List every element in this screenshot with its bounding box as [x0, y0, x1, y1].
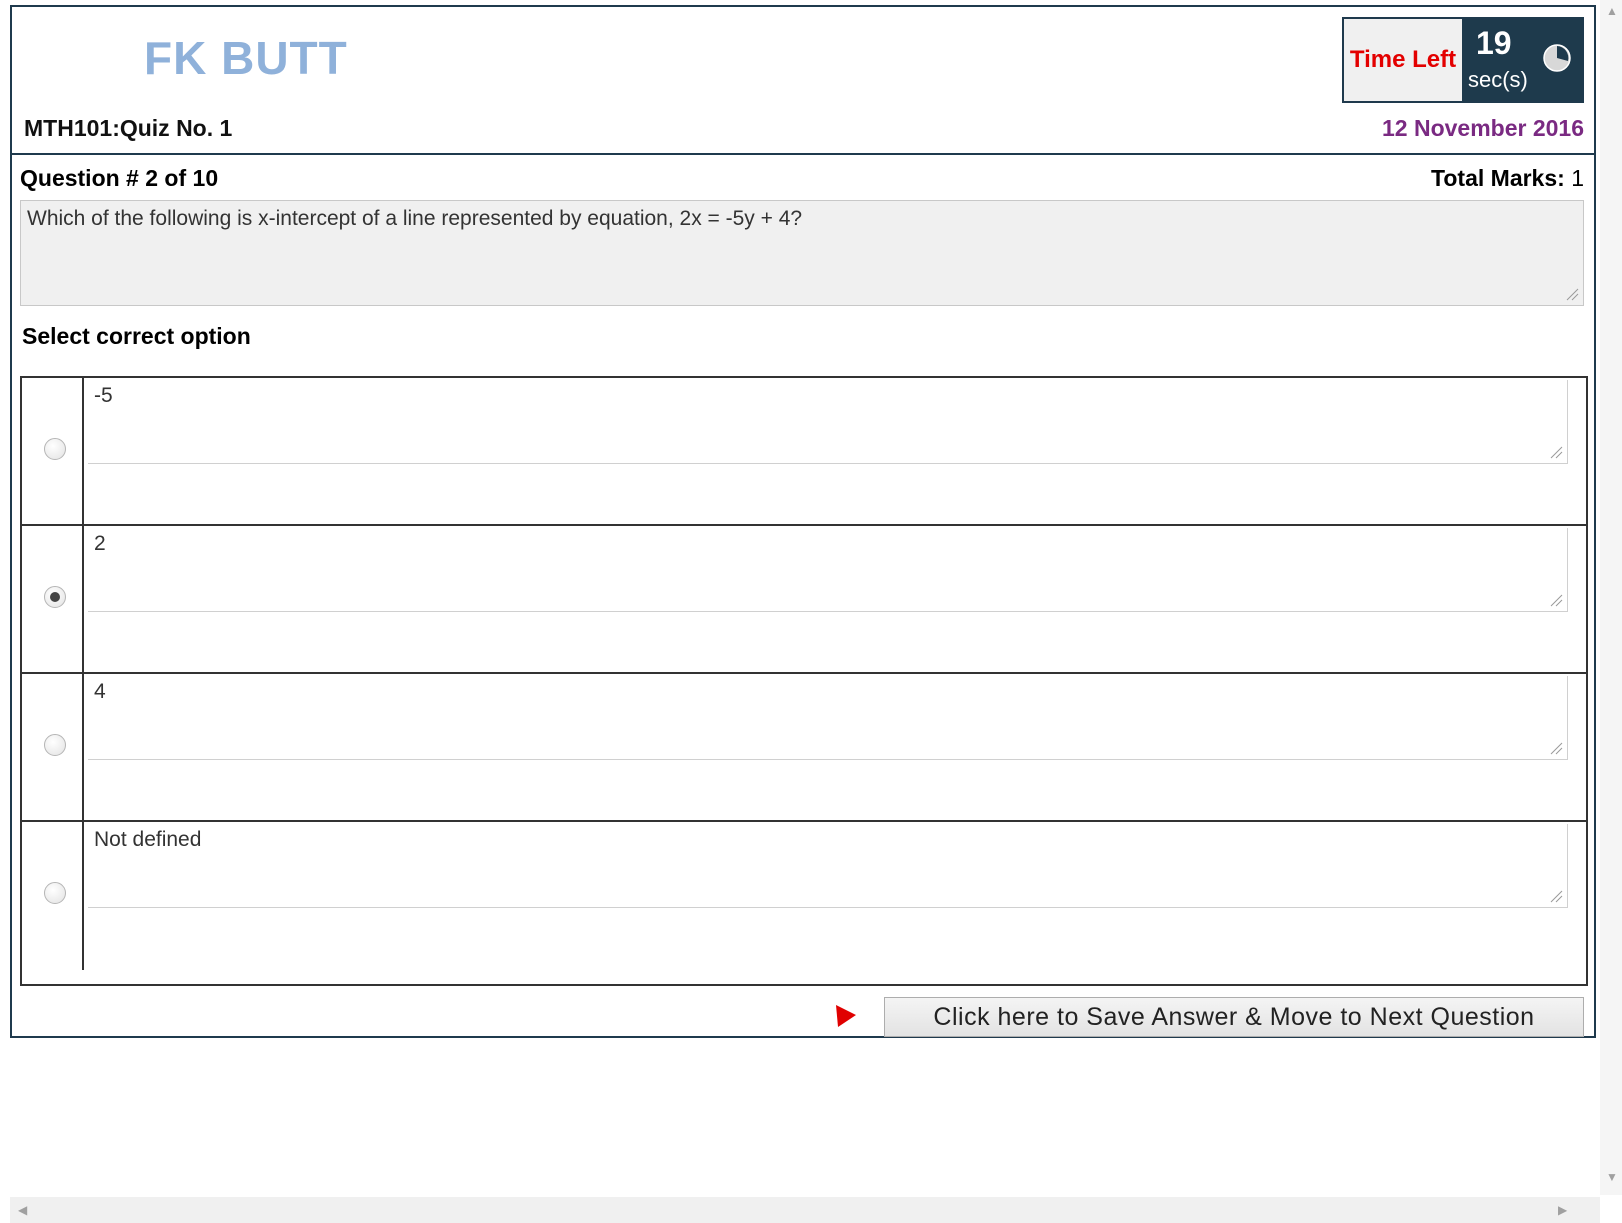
timer-unit: sec(s) [1468, 67, 1528, 92]
timer-seconds: 19 [1476, 25, 1512, 61]
total-marks-label: Total Marks: [1431, 165, 1565, 191]
option-text-area[interactable]: Not defined [88, 824, 1568, 908]
timer-label: Time Left [1344, 19, 1462, 101]
option-radio[interactable] [44, 734, 66, 756]
radio-cell [22, 674, 84, 820]
select-option-label: Select correct option [22, 323, 251, 349]
quiz-date: 12 November 2016 [1381, 115, 1584, 141]
resize-grip-icon[interactable] [1549, 889, 1563, 903]
option-radio[interactable] [44, 586, 66, 608]
scroll-up-icon[interactable]: ▲ [1606, 4, 1618, 18]
save-next-button[interactable]: Click here to Save Answer & Move to Next… [884, 997, 1584, 1037]
clock-icon [1543, 44, 1571, 72]
question-text-area[interactable]: Which of the following is x-intercept of… [20, 200, 1584, 306]
option-radio[interactable] [44, 438, 66, 460]
footer-row: Click here to Save Answer & Move to Next… [12, 991, 1594, 1037]
option-text: -5 [94, 384, 113, 407]
options-table: -5 2 4 Not defined [20, 376, 1588, 986]
option-text-area[interactable]: 4 [88, 676, 1568, 760]
resize-grip-icon[interactable] [1565, 287, 1579, 301]
option-row: 2 [22, 526, 1586, 674]
vertical-scrollbar[interactable]: ▲ ▼ [1600, 0, 1622, 1195]
radio-cell [22, 378, 84, 524]
option-text-area[interactable]: -5 [88, 380, 1568, 464]
radio-cell [22, 526, 84, 672]
resize-grip-icon[interactable] [1549, 593, 1563, 607]
option-text: Not defined [94, 828, 202, 851]
question-number: Question # 2 of 10 [20, 165, 219, 191]
horizontal-scrollbar[interactable]: ◀ ▶ [10, 1197, 1600, 1223]
quiz-header: FK BUTT MTH101:Quiz No. 1 12 November 20… [12, 7, 1594, 155]
resize-grip-icon[interactable] [1549, 445, 1563, 459]
radio-cell [22, 822, 84, 970]
student-name: FK BUTT [144, 32, 348, 84]
option-text: 2 [94, 532, 106, 555]
scroll-left-icon[interactable]: ◀ [18, 1203, 27, 1217]
scroll-right-icon[interactable]: ▶ [1558, 1203, 1567, 1217]
option-text: 4 [94, 680, 106, 703]
total-marks-value: 1 [1571, 165, 1584, 191]
timer-box: Time Left 19 sec(s) [1342, 17, 1584, 103]
scroll-down-icon[interactable]: ▼ [1606, 1170, 1618, 1184]
option-radio[interactable] [44, 882, 66, 904]
play-arrow-icon [836, 1005, 856, 1027]
quiz-frame: FK BUTT MTH101:Quiz No. 1 12 November 20… [10, 5, 1596, 1038]
option-row: 4 [22, 674, 1586, 822]
option-text-area[interactable]: 2 [88, 528, 1568, 612]
quiz-title: MTH101:Quiz No. 1 [24, 115, 233, 141]
option-row: Not defined [22, 822, 1586, 970]
option-row: -5 [22, 378, 1586, 526]
total-marks: Total Marks: 1 [1431, 165, 1584, 192]
timer-value: 19 sec(s) [1462, 19, 1582, 101]
question-text: Which of the following is x-intercept of… [27, 207, 803, 230]
resize-grip-icon[interactable] [1549, 741, 1563, 755]
